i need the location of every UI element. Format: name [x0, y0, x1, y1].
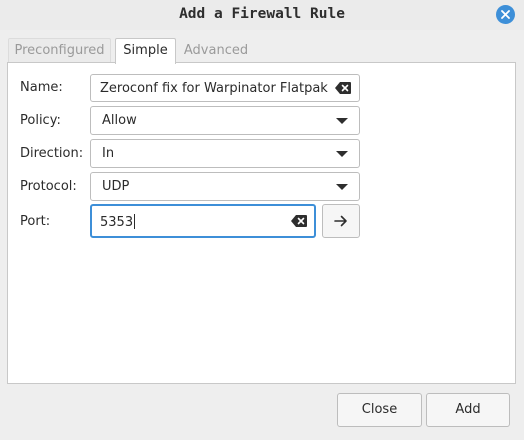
text-caret — [134, 214, 136, 229]
policy-label: Policy: — [20, 113, 61, 128]
policy-dropdown[interactable]: Allow — [90, 106, 360, 135]
tab-simple-label: Simple — [123, 43, 168, 58]
policy-value: Allow — [102, 113, 137, 128]
clear-text-icon[interactable] — [335, 82, 351, 94]
direction-label: Direction: — [20, 146, 84, 161]
port-go-button[interactable] — [322, 204, 360, 238]
tab-preconfigured-label: Preconfigured — [14, 43, 105, 58]
add-button[interactable]: Add — [426, 393, 510, 427]
port-input[interactable]: 5353 — [90, 204, 316, 238]
protocol-value: UDP — [102, 179, 130, 194]
chevron-down-icon — [336, 151, 348, 157]
tab-preconfigured[interactable]: Preconfigured — [8, 38, 111, 63]
arrow-right-icon — [334, 215, 347, 227]
protocol-label: Protocol: — [20, 179, 77, 194]
port-label: Port: — [20, 214, 51, 229]
window-close-button[interactable] — [496, 5, 515, 24]
direction-dropdown[interactable]: In — [90, 139, 360, 168]
close-icon — [501, 10, 510, 19]
chevron-down-icon — [336, 184, 348, 190]
direction-value: In — [102, 146, 115, 161]
close-button[interactable]: Close — [337, 393, 422, 427]
name-label: Name: — [20, 80, 63, 95]
name-field-value: Zeroconf fix for Warpinator Flatpak — [100, 81, 328, 96]
port-input-value: 5353 — [100, 214, 136, 230]
protocol-dropdown[interactable]: UDP — [90, 172, 360, 201]
name-field[interactable]: Zeroconf fix for Warpinator Flatpak — [90, 74, 360, 102]
port-value-text: 5353 — [100, 215, 134, 230]
tab-advanced-label: Advanced — [183, 43, 249, 58]
window-title: Add a Firewall Rule — [179, 6, 345, 22]
clear-text-icon[interactable] — [291, 215, 307, 227]
tab-advanced[interactable]: Advanced — [180, 38, 252, 63]
tab-simple[interactable]: Simple — [115, 38, 176, 64]
title-bar: Add a Firewall Rule — [0, 0, 524, 30]
chevron-down-icon — [336, 118, 348, 124]
